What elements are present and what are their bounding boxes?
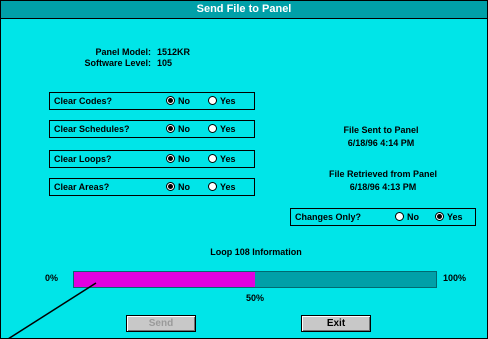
clear-schedules-yes-radio[interactable] [208,124,217,133]
clear-areas-yes-radio[interactable] [208,182,217,191]
clear-loops-yes-label: Yes [220,154,236,164]
clear-loops-label: Clear Loops? [54,154,112,164]
changes-only-group: Changes Only? No Yes [290,208,476,226]
clear-areas-no-label: No [178,182,190,192]
changes-only-yes-radio[interactable] [435,212,444,221]
panel-model-label: Panel Model: [95,47,151,57]
file-retrieved-datetime: 6/18/96 4:13 PM [349,182,417,192]
clear-loops-no-radio[interactable] [166,154,175,163]
send-button[interactable]: Send [126,315,196,332]
exit-button[interactable]: Exit [301,315,371,332]
changes-only-no-label: No [407,212,419,222]
clear-schedules-label: Clear Schedules? [54,124,130,134]
panel-model-value: 1512KR [157,47,191,57]
clear-areas-yes-label: Yes [220,182,236,192]
file-sent-datetime: 6/18/96 4:14 PM [347,138,415,148]
software-level-value: 105 [157,58,173,68]
file-retrieved-label: File Retrieved from Panel [328,169,438,179]
changes-only-label: Changes Only? [295,212,362,222]
clear-codes-label: Clear Codes? [54,96,113,106]
progress-fill [74,272,255,287]
progress-min-label: 0% [45,273,59,283]
clear-codes-yes-radio[interactable] [208,96,217,105]
progress-bar [73,271,437,288]
clear-schedules-no-radio[interactable] [166,124,175,133]
file-sent-label: File Sent to Panel [343,125,419,135]
clear-areas-group: Clear Areas? No Yes [49,178,255,196]
changes-only-yes-label: Yes [447,212,463,222]
progress-caption: Loop 108 Information [210,247,302,257]
clear-codes-no-radio[interactable] [166,96,175,105]
clear-schedules-group: Clear Schedules? No Yes [49,120,255,138]
clear-codes-yes-label: Yes [220,96,236,106]
clear-codes-group: Clear Codes? No Yes [49,92,255,110]
clear-schedules-no-label: No [178,124,190,134]
clear-loops-no-label: No [178,154,190,164]
clear-schedules-yes-label: Yes [220,124,236,134]
window-title: Send File to Panel [196,3,292,15]
changes-only-no-radio[interactable] [395,212,404,221]
clear-areas-label: Clear Areas? [54,182,110,192]
clear-loops-group: Clear Loops? No Yes [49,150,255,168]
send-file-dialog: Send File to Panel Panel Model: 1512KR S… [0,0,488,339]
progress-max-label: 100% [443,273,467,283]
clear-areas-no-radio[interactable] [166,182,175,191]
title-bar: Send File to Panel [1,1,487,19]
software-level-label: Software Level: [84,58,151,68]
clear-loops-yes-radio[interactable] [208,154,217,163]
clear-codes-no-label: No [178,96,190,106]
progress-value-label: 50% [245,293,264,303]
